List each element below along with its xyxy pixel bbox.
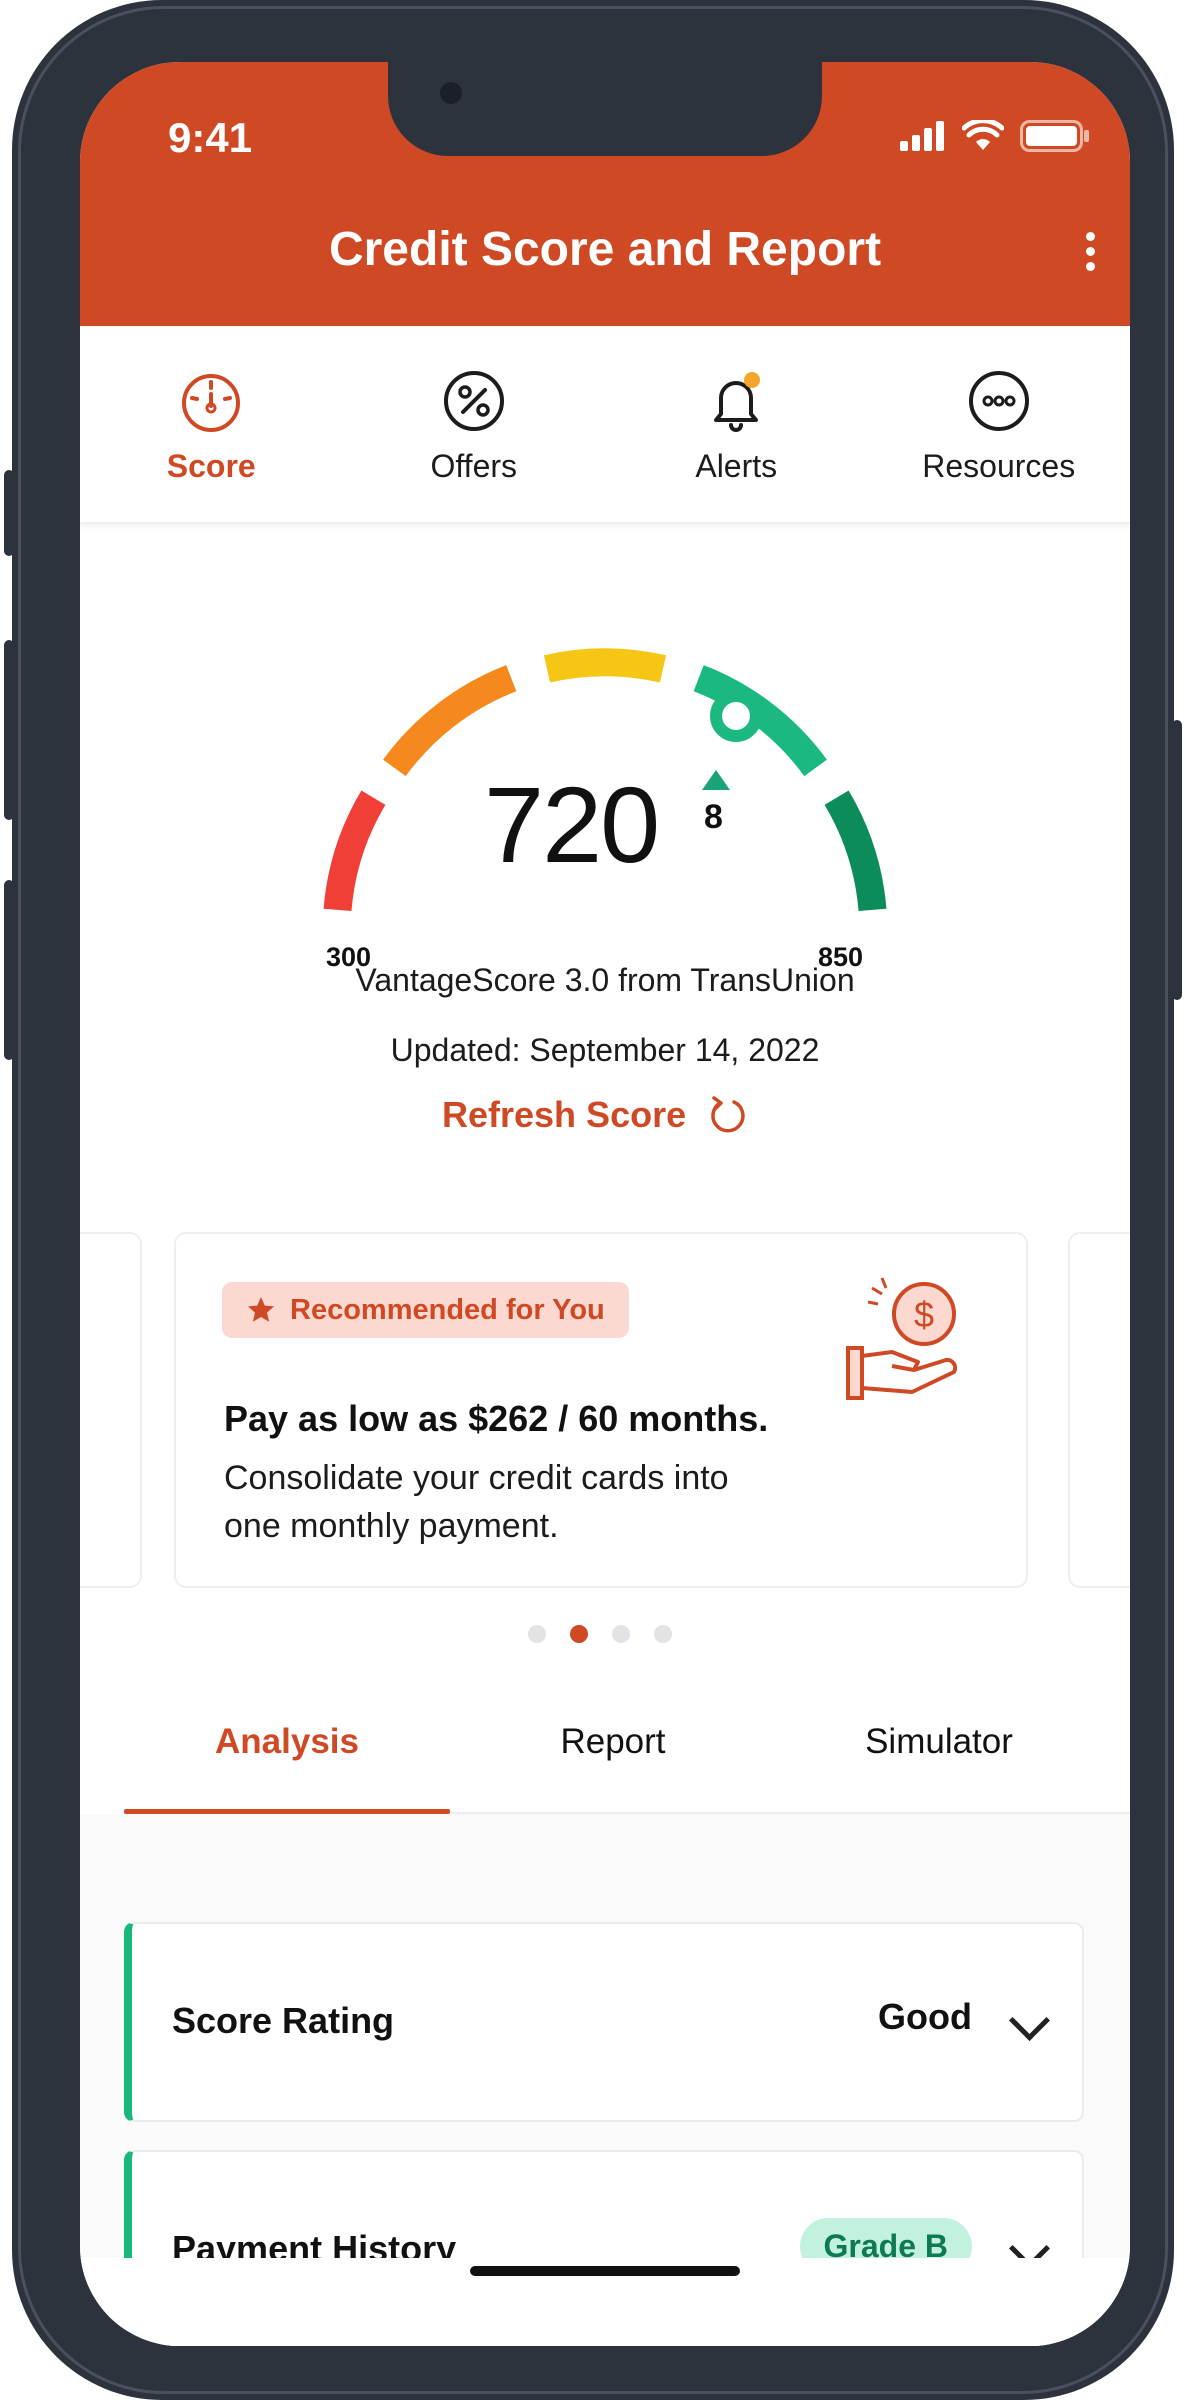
- home-indicator[interactable]: [470, 2266, 740, 2276]
- score-marker: [710, 690, 762, 742]
- bell-icon: [714, 372, 761, 432]
- star-icon: [248, 1297, 274, 1322]
- svg-text:$: $: [914, 1294, 934, 1335]
- tab-analysis[interactable]: Analysis: [124, 1702, 450, 1814]
- camera-icon: [440, 82, 462, 104]
- signal-icon: [900, 121, 944, 151]
- recommended-badge-label: Recommended for You: [290, 1293, 605, 1326]
- tab-resources[interactable]: Resources: [868, 326, 1131, 522]
- notch: [388, 62, 822, 156]
- more-menu-icon[interactable]: [1084, 232, 1096, 272]
- tab-alerts[interactable]: Alerts: [605, 326, 868, 522]
- screen: 9:41 Credit Score and Report Score Offer…: [80, 62, 1130, 2346]
- carousel-dot-active[interactable]: [570, 1625, 588, 1643]
- carousel-dot[interactable]: [528, 1625, 546, 1643]
- battery-icon: [1020, 120, 1089, 152]
- tab-score[interactable]: Score: [80, 326, 343, 522]
- tab-report[interactable]: Report: [450, 1702, 776, 1812]
- score-value: 720: [484, 764, 660, 885]
- chevron-down-icon[interactable]: [1008, 1999, 1051, 2042]
- tab-offers[interactable]: Offers: [343, 326, 606, 522]
- side-button: [4, 470, 14, 556]
- offer-card[interactable]: Recommended for You Pay as low as $262 /…: [174, 1232, 1028, 1588]
- score-rating-row[interactable]: Score Rating Good: [124, 1922, 1084, 2122]
- tab-alerts-label: Alerts: [695, 448, 778, 484]
- volume-up-button: [4, 640, 14, 820]
- refresh-icon: [711, 1096, 745, 1133]
- power-button: [1172, 720, 1182, 1000]
- phone-frame: 9:41 Credit Score and Report Score Offer…: [4, 0, 1182, 2400]
- tab-score-label: Score: [166, 448, 256, 484]
- score-change: 8: [704, 798, 723, 836]
- status-icons: [900, 120, 1090, 152]
- analysis-tabs: Analysis Report Simulator: [124, 1702, 1130, 1814]
- offer-headline: Pay as low as $262 / 60 months.: [224, 1398, 769, 1439]
- hand-dollar-icon: $: [846, 1277, 958, 1400]
- status-time: 9:41: [168, 114, 253, 161]
- more-circle-icon: [968, 371, 1029, 431]
- carousel-dots: [528, 1625, 672, 1643]
- top-nav: Score Offers Alerts Resources: [80, 326, 1130, 524]
- offer-card-next[interactable]: [1068, 1232, 1130, 1588]
- carousel-dot[interactable]: [612, 1625, 630, 1643]
- tab-simulator[interactable]: Simulator: [776, 1702, 1102, 1812]
- score-up-icon: [702, 770, 730, 790]
- refresh-score-label: Refresh Score: [442, 1094, 687, 1135]
- gauge-icon: [182, 374, 241, 432]
- tab-offers-label: Offers: [430, 448, 518, 484]
- offer-card-prev[interactable]: [80, 1232, 142, 1588]
- score-rating-label: Score Rating: [172, 2000, 395, 2041]
- page-title: Credit Score and Report: [328, 223, 882, 276]
- score-rating-value: Good: [878, 1996, 972, 2037]
- refresh-score-button[interactable]: Refresh Score: [442, 1094, 748, 1136]
- wifi-icon: [962, 120, 1004, 150]
- tab-resources-label: Resources: [922, 448, 1076, 484]
- offer-body: Consolidate your credit cards into one m…: [224, 1459, 729, 1545]
- recommended-badge: Recommended for You: [222, 1282, 629, 1338]
- score-gauge: 720 8 300 850: [80, 602, 1130, 972]
- volume-down-button: [4, 880, 14, 1060]
- score-source: VantageScore 3.0 from TransUnion: [355, 962, 855, 998]
- carousel-dot[interactable]: [654, 1625, 672, 1643]
- score-updated: Updated: September 14, 2022: [390, 1032, 820, 1068]
- percent-icon: [443, 371, 504, 431]
